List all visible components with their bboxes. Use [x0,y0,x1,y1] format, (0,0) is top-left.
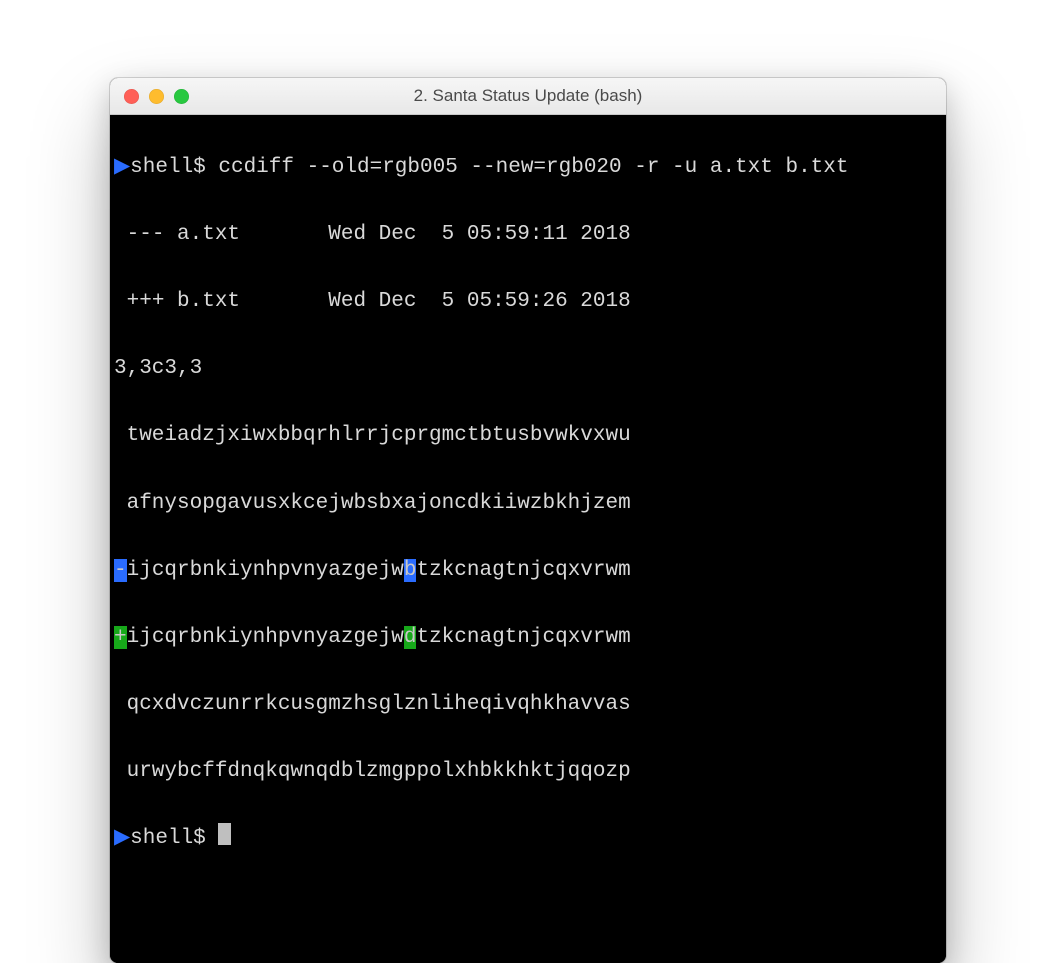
diff-added-line: +ijcqrbnkiynhpvnyazgejwdtzkcnagtnjcqxvrw… [114,621,942,655]
prompt-text: shell$ [130,827,218,850]
term-line-prompt: ▶shell$ [114,822,942,856]
window-title: 2. Santa Status Update (bash) [110,86,946,106]
diff-plus-mark: + [114,626,127,649]
prompt-caret-icon: ▶ [114,827,130,850]
diff-added-post: tzkcnagtnjcqxvrwm [416,626,630,649]
diff-minus-mark: - [114,559,127,582]
diff-removed-line: -ijcqrbnkiynhpvnyazgejwbtzkcnagtnjcqxvrw… [114,554,942,588]
diff-removed-char: b [404,559,417,582]
diff-range: 3,3c3,3 [114,352,942,386]
diff-context-4: urwybcffdnqkqwnqdblzmgppolxhbkkhktjqqozp [114,755,942,789]
term-line-command: ▶shell$ ccdiff --old=rgb005 --new=rgb020… [114,151,942,185]
diff-header-old: --- a.txt Wed Dec 5 05:59:11 2018 [114,218,942,252]
diff-added-pre: ijcqrbnkiynhpvnyazgejw [127,626,404,649]
diff-context-1: tweiadzjxiwxbbqrhlrrjcprgmctbtusbvwkvxwu [114,419,942,453]
traffic-lights [124,89,189,104]
minimize-button[interactable] [149,89,164,104]
diff-context-3: qcxdvczunrrkcusgmzhsglznliheqivqhkhavvas [114,688,942,722]
diff-header-new: +++ b.txt Wed Dec 5 05:59:26 2018 [114,285,942,319]
diff-removed-pre: ijcqrbnkiynhpvnyazgejw [127,559,404,582]
diff-removed-post: tzkcnagtnjcqxvrwm [416,559,630,582]
cursor [218,823,231,845]
titlebar: 2. Santa Status Update (bash) [110,78,946,115]
diff-added-char: d [404,626,417,649]
prompt-text: shell$ [130,156,218,179]
terminal-window: 2. Santa Status Update (bash) ▶shell$ cc… [110,78,946,963]
command-text: ccdiff --old=rgb005 --new=rgb020 -r -u a… [218,156,848,179]
diff-context-2: afnysopgavusxkcejwbsbxajoncdkiiwzbkhjzem [114,487,942,521]
zoom-button[interactable] [174,89,189,104]
terminal-body[interactable]: ▶shell$ ccdiff --old=rgb005 --new=rgb020… [110,115,946,963]
prompt-caret-icon: ▶ [114,156,130,179]
close-button[interactable] [124,89,139,104]
